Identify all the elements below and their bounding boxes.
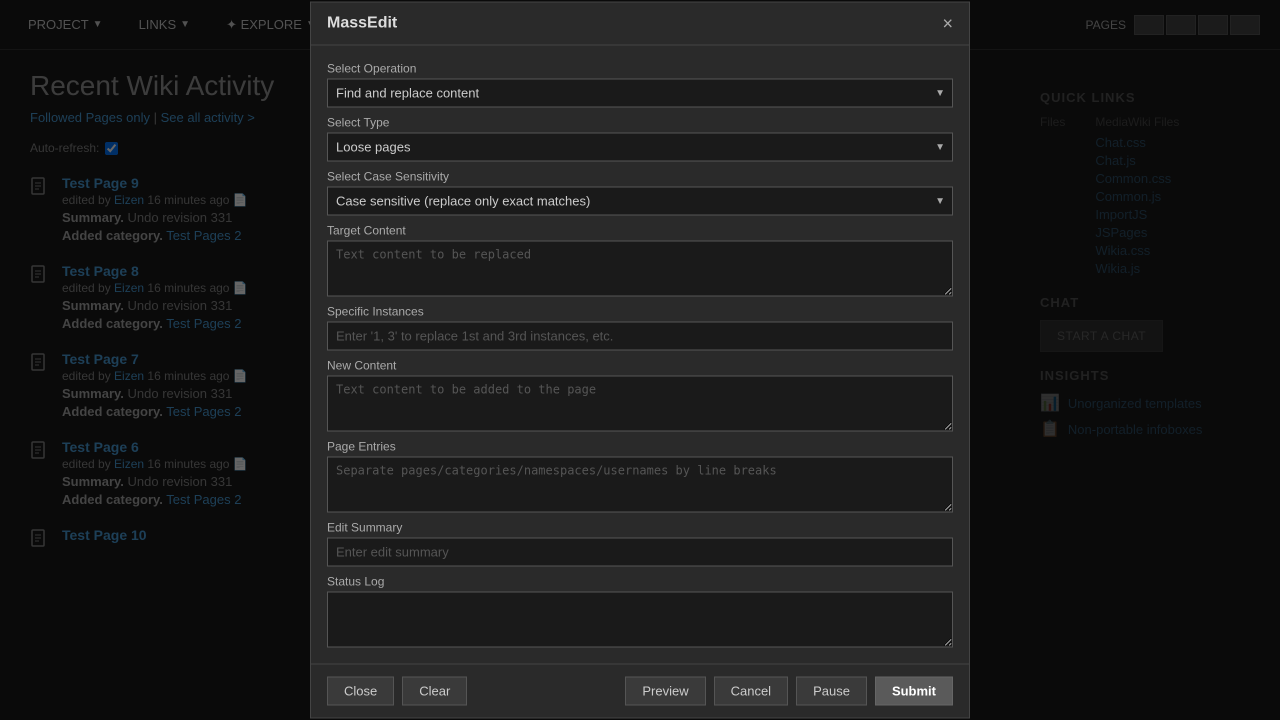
modal-title: MassEdit <box>327 15 397 33</box>
submit-button[interactable]: Submit <box>875 677 953 706</box>
select-type-label: Select Type <box>327 116 953 130</box>
select-case-wrapper: Case sensitive (replace only exact match… <box>327 187 953 216</box>
specific-instances-label: Specific Instances <box>327 305 953 319</box>
massedit-modal: MassEdit × Select Operation Find and rep… <box>310 2 970 719</box>
new-content-textarea[interactable] <box>327 376 953 432</box>
preview-button[interactable]: Preview <box>625 677 705 706</box>
select-operation-dropdown[interactable]: Find and replace content Append content … <box>327 79 953 108</box>
page-entries-textarea[interactable] <box>327 457 953 513</box>
modal-footer: Close Clear Preview Cancel Pause Submit <box>311 664 969 718</box>
page-entries-label: Page Entries <box>327 440 953 454</box>
specific-instances-input[interactable] <box>327 322 953 351</box>
select-case-dropdown[interactable]: Case sensitive (replace only exact match… <box>327 187 953 216</box>
target-content-label: Target Content <box>327 224 953 238</box>
close-button[interactable]: Close <box>327 677 394 706</box>
modal-close-button[interactable]: × <box>942 15 953 33</box>
select-operation-label: Select Operation <box>327 62 953 76</box>
select-type-wrapper: Loose pages Categories Namespaces Users <box>327 133 953 162</box>
select-operation-wrapper: Find and replace content Append content … <box>327 79 953 108</box>
modal-body: Select Operation Find and replace conten… <box>311 46 969 664</box>
new-content-label: New Content <box>327 359 953 373</box>
select-type-dropdown[interactable]: Loose pages Categories Namespaces Users <box>327 133 953 162</box>
select-case-label: Select Case Sensitivity <box>327 170 953 184</box>
edit-summary-label: Edit Summary <box>327 521 953 535</box>
status-log-label: Status Log <box>327 575 953 589</box>
clear-button[interactable]: Clear <box>402 677 467 706</box>
pause-button[interactable]: Pause <box>796 677 867 706</box>
status-log-textarea[interactable] <box>327 592 953 648</box>
edit-summary-input[interactable] <box>327 538 953 567</box>
target-content-textarea[interactable] <box>327 241 953 297</box>
cancel-button[interactable]: Cancel <box>714 677 788 706</box>
modal-header: MassEdit × <box>311 3 969 46</box>
